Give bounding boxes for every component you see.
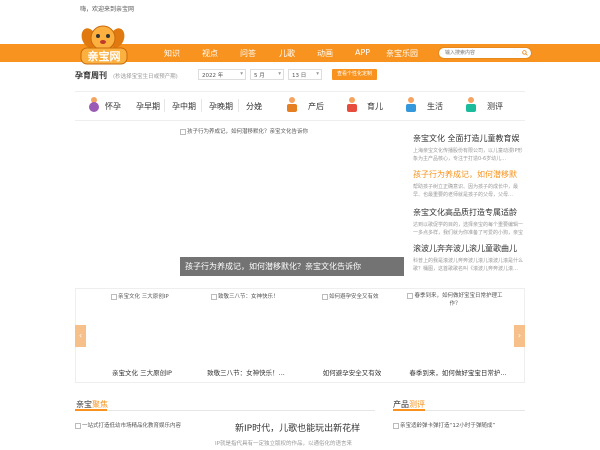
- year-select[interactable]: 2022 年 ▾: [198, 69, 246, 80]
- carousel-image-alt: 致敬三八节：女神快乐！: [218, 294, 279, 300]
- news-summary: 上海亲宝文化传播股份有限公司，以儿童动漫IP形象为主产品核心，专注于打造0-6岁…: [413, 148, 523, 162]
- chevron-down-icon: ▾: [316, 71, 319, 77]
- carousel-caption[interactable]: 如何避孕安全又有效: [302, 367, 402, 377]
- divider: [238, 99, 239, 112]
- news-title[interactable]: 滚波儿奔奔波儿滚儿童歌曲儿: [413, 243, 525, 254]
- day-select[interactable]: 13 日 ▾: [288, 69, 322, 80]
- carousel-prev-button[interactable]: ‹: [75, 325, 86, 347]
- stage-early[interactable]: 孕早期: [136, 101, 160, 112]
- divider: [75, 410, 375, 411]
- focus-summary: IP就是指代具有一定独立版权的作品，以通俗化的语言来: [215, 441, 352, 447]
- search-input[interactable]: [439, 48, 531, 58]
- broken-image-icon: [75, 422, 81, 429]
- broken-image-icon: [393, 422, 399, 429]
- news-title[interactable]: 孩子行为养成记，如何潜移默: [413, 169, 525, 180]
- broken-image-icon: [111, 293, 117, 300]
- pregnancy-tip: (秒选择宝宝生日或预产期): [113, 74, 178, 80]
- stage-mid[interactable]: 孕中期: [172, 101, 196, 112]
- banner-caption[interactable]: 孩子行为养成记，如何潜移默化？亲宝文化告诉你: [180, 257, 404, 276]
- carousel-image-alt: 亲宝文化 三大原创IP: [118, 294, 169, 300]
- focus-thumbnail[interactable]: 一站式打造低幼市场精品化教育娱乐内容: [75, 421, 181, 429]
- focus-title-a: 亲宝: [76, 400, 92, 409]
- focus-headline[interactable]: 新IP时代，儿歌也能玩出新花样: [235, 421, 360, 434]
- broken-image-icon: [407, 292, 414, 299]
- news-title[interactable]: 亲宝文化高品质打造专属适龄: [413, 207, 525, 218]
- pregnancy-weekly-title: 孕育周刊: [75, 71, 107, 80]
- carousel-image[interactable]: 春季到来，如何做好宝宝日常护理工作？: [405, 292, 505, 308]
- logo-text: 亲宝网: [88, 49, 121, 63]
- chevron-down-icon: ▾: [278, 71, 281, 77]
- carousel-image-alt: 如何避孕安全又有效: [329, 294, 379, 300]
- stage-postpartum[interactable]: 产后: [308, 101, 324, 112]
- news-summary: 帮助孩子树立正确意识、因为孩子的成长中，最早、也最重要的老师就是孩子的父母，父母…: [413, 184, 519, 198]
- divider: [164, 99, 165, 112]
- review-icon: [466, 97, 476, 112]
- site-logo[interactable]: 亲宝网: [73, 24, 135, 68]
- carousel-image[interactable]: 亲宝文化 三大原创IP: [111, 292, 169, 300]
- carousel-image[interactable]: 致敬三八节：女神快乐！: [211, 292, 279, 300]
- nav-item-viewpoint[interactable]: 视点: [202, 48, 218, 59]
- view-custom-button[interactable]: 查看个性化定制: [332, 69, 377, 80]
- stage-life[interactable]: 生活: [427, 101, 443, 112]
- carousel-caption[interactable]: 致敬三八节：女神快乐！...: [196, 367, 296, 377]
- section-accent: [393, 409, 425, 411]
- stage-late[interactable]: 孕晚期: [209, 101, 233, 112]
- search-box: [438, 47, 532, 59]
- life-icon: [406, 97, 416, 112]
- carousel-next-button[interactable]: ›: [514, 325, 525, 347]
- stage-review[interactable]: 测评: [487, 101, 503, 112]
- news-summary: 科普上的我是滚波儿奔奔波儿滚儿滚波儿滚是什么歌？桶图，这首歌歌名叫《滚波儿奔奔波…: [413, 258, 524, 272]
- nav-item-animation[interactable]: 动画: [317, 48, 333, 59]
- greeting-text: 嗨，欢迎来到亲宝网: [80, 6, 135, 13]
- search-icon[interactable]: [522, 50, 528, 56]
- focus-title-b: 聚焦: [92, 400, 108, 409]
- carousel-caption[interactable]: 春季到来，如何做好宝宝日常护...: [408, 367, 508, 377]
- nav-item-qa[interactable]: 问答: [240, 48, 256, 59]
- postpartum-icon: [287, 97, 297, 112]
- nav-item-knowledge[interactable]: 知识: [164, 48, 180, 59]
- banner-image-alt: 孩子行为养成记，如何潜移默化？亲宝文化告诉你: [187, 129, 309, 135]
- chevron-left-icon: ‹: [78, 331, 83, 340]
- review-thumbnail[interactable]: 亲宝适龄弹卡弹打造“12小时于弹随成”: [393, 421, 525, 429]
- day-value: 13 日: [292, 73, 307, 79]
- carousel-image[interactable]: 如何避孕安全又有效: [322, 292, 379, 300]
- divider: [201, 99, 202, 112]
- review-title-b: 测评: [409, 400, 425, 409]
- nav-item-paradise[interactable]: 亲宝乐园: [386, 48, 418, 59]
- month-value: 5 月: [254, 73, 265, 79]
- chevron-down-icon: ▾: [240, 71, 243, 77]
- stage-parenting[interactable]: 育儿: [367, 101, 383, 112]
- carousel-image-alt: 春季到来，如何做好宝宝日常护理工作？: [414, 293, 503, 307]
- year-value: 2022 年: [202, 73, 224, 79]
- stage-pregnancy[interactable]: 怀孕: [105, 101, 121, 112]
- month-select[interactable]: 5 月 ▾: [250, 69, 284, 80]
- stage-delivery[interactable]: 分娩: [246, 101, 262, 112]
- review-thumbnail-alt: 亲宝适龄弹卡弹打造“12小时于弹随成”: [400, 423, 496, 429]
- broken-image-icon: [322, 293, 328, 300]
- pregnant-icon: [89, 97, 99, 112]
- carousel-caption[interactable]: 亲宝文化 三大原创IP: [92, 367, 192, 377]
- news-summary: 达到以歌促学的目的，选择亲宝的每个重要编辑一一多点多样，我们就为你准备了可爱的小…: [413, 222, 524, 236]
- parenting-icon: [347, 97, 357, 112]
- news-title[interactable]: 亲宝文化 全面打造儿童教育娱: [413, 133, 525, 144]
- broken-image-icon: [211, 293, 217, 300]
- focus-thumbnail-alt: 一站式打造低幼市场精品化教育娱乐内容: [82, 423, 182, 429]
- chevron-right-icon: ›: [517, 331, 522, 340]
- top-bar: 嗨，欢迎来到亲宝网: [0, 0, 600, 20]
- main-banner[interactable]: [76, 127, 404, 277]
- section-accent: [75, 409, 107, 411]
- broken-image-icon: [180, 128, 186, 135]
- nav-item-songs[interactable]: 儿歌: [279, 48, 295, 59]
- review-title-a: 产品: [393, 400, 409, 409]
- nav-item-app[interactable]: APP: [355, 48, 370, 57]
- banner-image[interactable]: 孩子行为养成记，如何潜移默化？亲宝文化告诉你: [180, 127, 308, 135]
